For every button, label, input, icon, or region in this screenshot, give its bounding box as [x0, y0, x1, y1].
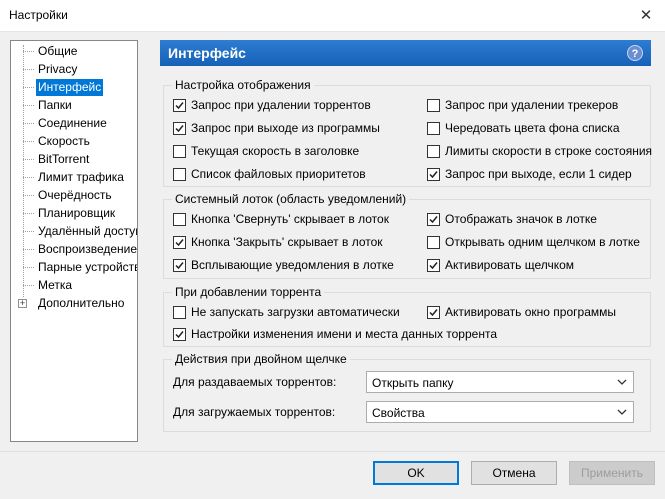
checkbox-label: Текущая скорость в заголовке: [191, 144, 360, 158]
checkmark-icon: [429, 309, 438, 317]
tree-connector: [23, 285, 34, 286]
dropdown-value: Открыть папку: [372, 376, 454, 390]
tree-item-label: Планировщик: [38, 206, 116, 220]
help-icon[interactable]: ?: [627, 45, 643, 61]
tree-item-label: Интерфейс: [36, 79, 104, 96]
group-title: При добавлении торрента: [172, 285, 325, 299]
panel-header: Интерфейс ?: [160, 40, 651, 66]
tree-item-label: Парные устройства: [38, 260, 138, 274]
tree-item-label: Общие: [38, 44, 78, 58]
expand-icon[interactable]: +: [18, 299, 27, 308]
checkmark-icon: [429, 216, 438, 224]
footer-divider: [0, 451, 665, 452]
checkbox-box[interactable]: [427, 145, 440, 158]
checkmark-icon: [429, 171, 438, 179]
checkbox-box[interactable]: [173, 328, 186, 341]
checkbox-label: Запрос при выходе, если 1 сидер: [445, 167, 632, 181]
checkbox-box[interactable]: [427, 306, 440, 319]
checkbox-box[interactable]: [173, 168, 186, 181]
checkbox-box[interactable]: [427, 99, 440, 112]
downloading-action-label: Для загружаемых торрентов:: [173, 405, 336, 419]
group-title: Системный лоток (область уведомлений): [172, 192, 410, 206]
checkmark-icon: [175, 239, 184, 247]
checkmark-icon: [175, 125, 184, 133]
checkbox-label: Запрос при удалении торрентов: [191, 98, 371, 112]
tree-guide-line: [23, 45, 24, 297]
checkbox-box[interactable]: [427, 259, 440, 272]
checkbox-box[interactable]: [173, 99, 186, 112]
tree-connector: [23, 123, 34, 124]
tree-item-label: Соединение: [38, 116, 107, 130]
window-title: Настройки: [9, 8, 68, 22]
checkmark-icon: [429, 262, 438, 270]
tree-connector: [23, 249, 34, 250]
tree-connector: [23, 105, 34, 106]
checkbox-box[interactable]: [427, 122, 440, 135]
panel-title: Интерфейс: [168, 45, 246, 61]
title-bar: Настройки ✕: [0, 0, 665, 32]
checkbox-label: Чередовать цвета фона списка: [445, 121, 620, 135]
checkbox-box[interactable]: [173, 145, 186, 158]
downloading-action-dropdown[interactable]: Свойства: [366, 401, 634, 423]
settings-tree[interactable]: Общие Privacy Интерфейс Папки Соединение…: [10, 40, 138, 442]
tree-connector: [23, 159, 34, 160]
seeding-action-dropdown[interactable]: Открыть папку: [366, 371, 634, 393]
checkbox-box[interactable]: [427, 236, 440, 249]
checkbox-label: Настройки изменения имени и места данных…: [191, 327, 497, 341]
tree-connector: [23, 141, 34, 142]
tree-item-label: Удалённый доступ: [38, 224, 138, 238]
checkbox-label: Запрос при выходе из программы: [191, 121, 380, 135]
chevron-down-icon: [617, 409, 627, 415]
checkbox-box[interactable]: [173, 213, 186, 226]
checkbox-box[interactable]: [427, 213, 440, 226]
ok-button[interactable]: OK: [373, 461, 459, 485]
checkbox-box[interactable]: [173, 122, 186, 135]
tree-connector: [23, 231, 34, 232]
tree-item-label: Лимит трафика: [38, 170, 124, 184]
checkbox-box[interactable]: [173, 236, 186, 249]
tree-item-label: Воспроизведение: [38, 242, 138, 256]
apply-button[interactable]: Применить: [569, 461, 655, 485]
checkbox-label: Открывать одним щелчком в лотке: [445, 235, 640, 249]
checkmark-icon: [175, 102, 184, 110]
checkmark-icon: [175, 262, 184, 270]
tree-item-label: Папки: [38, 98, 72, 112]
tree-connector: [23, 69, 34, 70]
dropdown-value: Свойства: [372, 406, 425, 420]
chevron-down-icon: [617, 379, 627, 385]
checkbox-box[interactable]: [427, 168, 440, 181]
close-icon[interactable]: ✕: [635, 4, 657, 26]
checkbox-label: Отображать значок в лотке: [445, 212, 597, 226]
checkmark-icon: [175, 331, 184, 339]
tree-connector: [23, 267, 34, 268]
checkbox-label: Кнопка 'Закрыть' скрывает в лоток: [191, 235, 383, 249]
checkbox-label: Активировать щелчком: [445, 258, 575, 272]
cancel-button[interactable]: Отмена: [471, 461, 557, 485]
tree-item-label: Очерёдность: [38, 188, 112, 202]
checkbox-label: Запрос при удалении трекеров: [445, 98, 619, 112]
tree-connector: [23, 213, 34, 214]
tree-item-label: BitTorrent: [38, 152, 90, 166]
tree-connector: [23, 177, 34, 178]
checkbox-label: Не запускать загрузки автоматически: [191, 305, 400, 319]
checkbox-label: Кнопка 'Свернуть' скрывает в лоток: [191, 212, 389, 226]
checkbox-label: Всплывающие уведомления в лотке: [191, 258, 394, 272]
tree-item-label: Privacy: [38, 62, 78, 76]
checkbox-label: Лимиты скорости в строке состояния: [445, 144, 653, 158]
tree-item-label: Скорость: [38, 134, 90, 148]
tree-connector: [23, 51, 34, 52]
group-title: Действия при двойном щелчке: [172, 352, 350, 366]
checkbox-label: Активировать окно программы: [445, 305, 616, 319]
checkbox-box[interactable]: [173, 306, 186, 319]
checkbox-label: Список файловых приоритетов: [191, 167, 366, 181]
tree-connector: [23, 87, 34, 88]
tree-connector: [23, 195, 34, 196]
seeding-action-label: Для раздаваемых торрентов:: [173, 375, 337, 389]
checkbox-box[interactable]: [173, 259, 186, 272]
group-title: Настройка отображения: [172, 78, 314, 92]
tree-item-label: Метка: [38, 278, 73, 292]
tree-item-label: Дополнительно: [38, 296, 125, 310]
